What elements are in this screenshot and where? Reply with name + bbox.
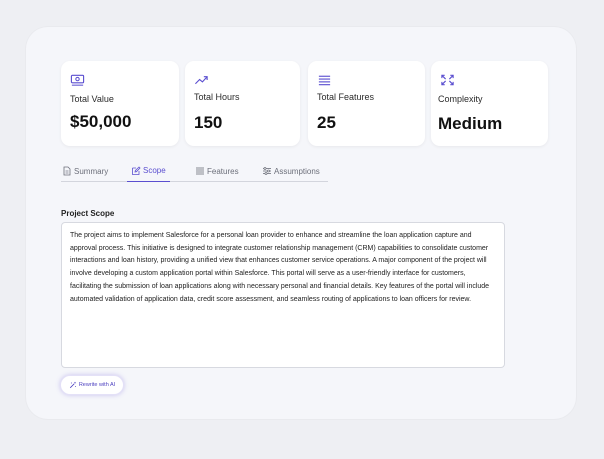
tab-label: Features (207, 166, 239, 176)
stat-card-total-hours: Total Hours 150 (185, 61, 300, 146)
magic-wand-icon (69, 381, 77, 389)
tab-label: Summary (74, 166, 109, 176)
rewrite-label: Rewrite with AI (78, 382, 116, 388)
stat-label: Complexity (438, 94, 483, 104)
stat-label: Total Value (70, 94, 114, 104)
stat-value: 150 (194, 113, 223, 132)
document-icon (63, 166, 71, 176)
sliders-icon (263, 167, 271, 175)
scope-textarea[interactable]: The project aims to implement Salesforce… (61, 222, 505, 368)
tab-bar: Summary Scope Features Assumptions (61, 160, 328, 182)
stat-card-total-value: Total Value $50,000 (61, 61, 179, 146)
stat-card-total-features: Total Features 25 (308, 61, 425, 146)
section-title: Project Scope (61, 209, 115, 218)
list-icon (196, 167, 204, 175)
tab-label: Assumptions (274, 166, 320, 176)
rewrite-with-ai-button[interactable]: Rewrite with AI (60, 375, 124, 395)
tab-label: Scope (143, 166, 166, 175)
stat-value: Medium (438, 114, 503, 133)
expand-icon (441, 74, 454, 86)
tab-summary[interactable]: Summary (62, 160, 108, 182)
trend-up-icon (195, 76, 208, 85)
tab-scope[interactable]: Scope (127, 160, 170, 182)
stat-card-complexity: Complexity Medium (431, 61, 548, 146)
list-icon (318, 75, 331, 86)
stat-value: $50,000 (70, 112, 132, 131)
edit-icon (132, 165, 141, 175)
tab-assumptions[interactable]: Assumptions (262, 160, 320, 182)
stat-label: Total Hours (194, 92, 240, 102)
money-icon (70, 74, 85, 86)
stat-value: 25 (317, 113, 336, 132)
tab-features[interactable]: Features (195, 160, 239, 182)
stat-label: Total Features (317, 92, 375, 102)
